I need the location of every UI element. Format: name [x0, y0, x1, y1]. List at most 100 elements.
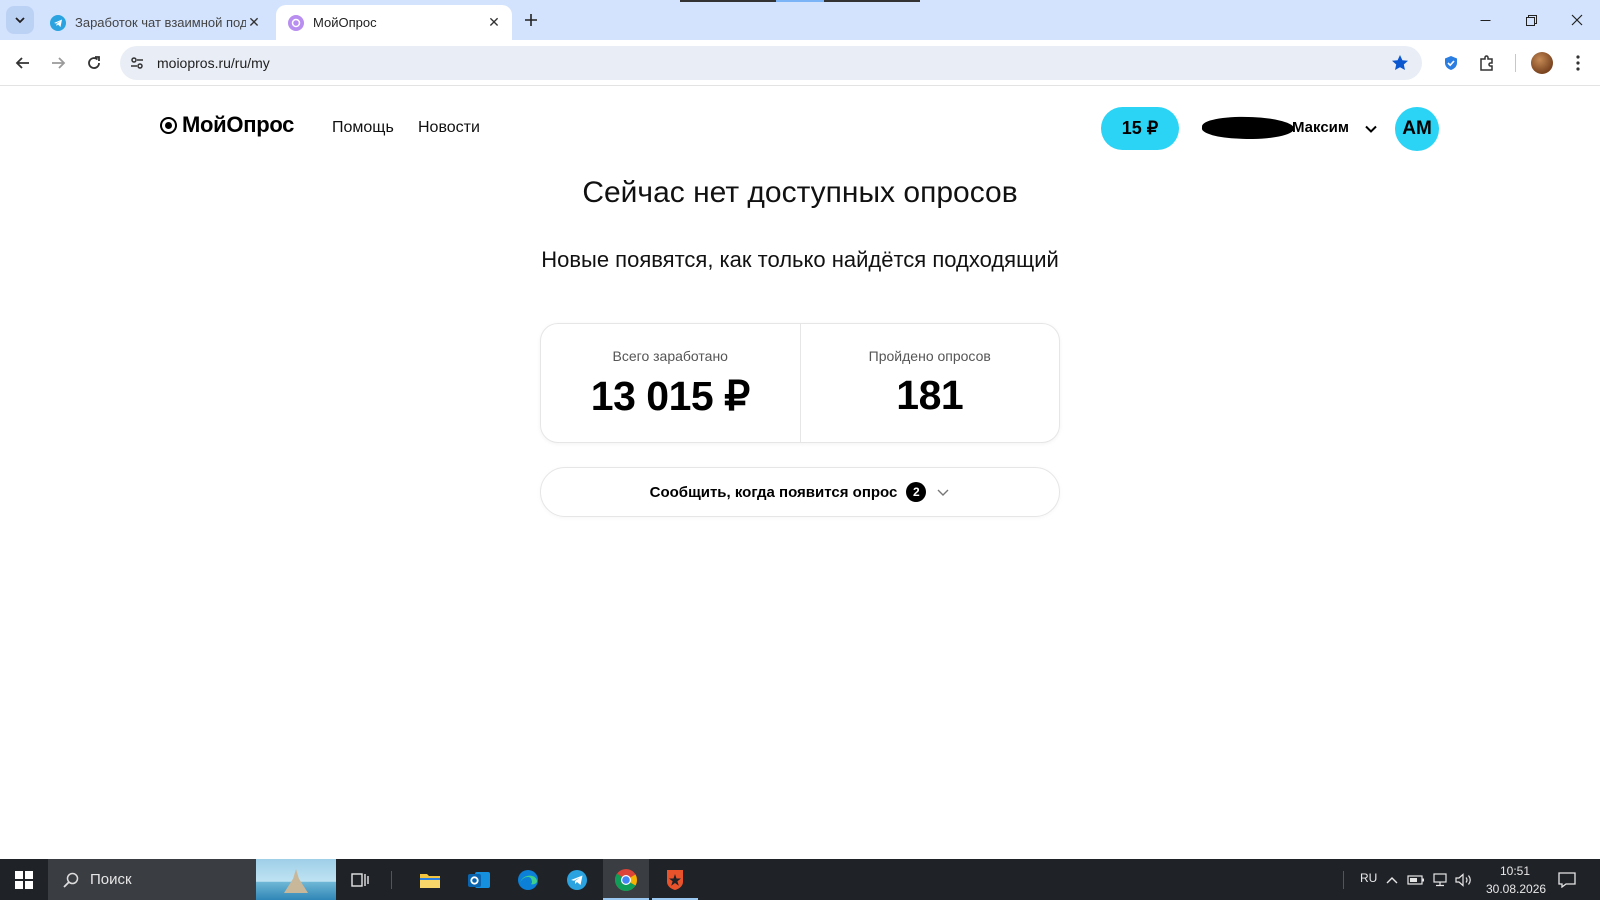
toolbar-separator	[1515, 54, 1516, 72]
outlook-icon	[468, 872, 490, 888]
logo-mark-icon	[160, 116, 177, 134]
input-language[interactable]: RU	[1360, 871, 1377, 885]
stats-card: Всего заработано 13 015 ₽ Пройдено опрос…	[540, 323, 1060, 443]
volume-tray-icon[interactable]	[1453, 865, 1475, 895]
chrome-icon	[614, 869, 637, 891]
edge-button[interactable]	[513, 865, 543, 895]
chrome-button[interactable]	[611, 865, 641, 895]
network-tray-icon[interactable]	[1429, 865, 1451, 895]
clock-date[interactable]: 30.08.2026	[1486, 882, 1546, 896]
moiopros-icon	[288, 14, 304, 31]
file-explorer-button[interactable]	[415, 865, 445, 895]
tab-title: МойОпрос	[313, 15, 377, 30]
shield-icon	[1445, 56, 1457, 70]
stat-value: 13 015 ₽	[590, 373, 750, 419]
taskbar-search[interactable]: Поиск	[48, 859, 336, 900]
site-info-button[interactable]	[123, 49, 151, 77]
nav-news-link[interactable]: Новости	[418, 119, 480, 137]
action-center-button[interactable]	[1552, 865, 1582, 895]
user-avatar[interactable]: АМ	[1395, 107, 1439, 151]
tab-title: Заработок чат взаимной подп	[75, 15, 246, 30]
speaker-icon	[1455, 873, 1471, 887]
browser-toolbar: moiopros.ru/ru/my	[0, 40, 1600, 86]
stat-total-earned: Всего заработано 13 015 ₽	[541, 324, 800, 442]
notify-label: Сообщить, когда появится опрос	[649, 483, 898, 501]
windows-taskbar: Поиск RU 10:51 30.08.2026	[0, 859, 1600, 900]
browser-menu-button[interactable]	[1568, 53, 1588, 73]
close-icon	[1571, 14, 1583, 26]
battery-tray-icon[interactable]	[1405, 865, 1427, 895]
back-button[interactable]	[7, 47, 39, 79]
star-bookmark-icon[interactable]	[1390, 53, 1410, 73]
close-window-button[interactable]	[1554, 0, 1600, 40]
minimize-button[interactable]	[1462, 0, 1508, 40]
arrow-right-icon	[52, 57, 66, 69]
reload-icon	[88, 56, 100, 69]
restore-icon	[1525, 14, 1537, 26]
extensions-button[interactable]	[1477, 53, 1497, 73]
search-icon	[63, 872, 79, 888]
logo-text: МойОпрос	[182, 112, 295, 137]
kebab-menu-icon	[1576, 55, 1580, 71]
stat-label: Пройдено опросов	[868, 348, 991, 364]
restore-button[interactable]	[1508, 0, 1554, 40]
telegram-taskbar-button[interactable]	[562, 865, 592, 895]
outlook-button[interactable]	[464, 865, 494, 895]
start-button[interactable]	[0, 859, 48, 900]
page-content: МойОпрос Помощь Новости 15 ₽ Максим АМ С…	[0, 86, 1600, 859]
notification-icon	[1558, 872, 1576, 888]
chevron-down-icon[interactable]	[1364, 122, 1378, 136]
task-view-icon	[351, 873, 369, 887]
browser-tab-bar: Заработок чат взаимной подп ✕ МойОпрос ✕	[0, 0, 1600, 40]
chevron-down-icon	[937, 489, 949, 496]
close-tab-icon[interactable]: ✕	[486, 14, 502, 31]
telegram-icon	[50, 14, 66, 31]
tune-icon	[131, 57, 143, 69]
network-icon	[1433, 873, 1447, 887]
notify-button[interactable]: Сообщить, когда появится опрос 2	[540, 467, 1060, 517]
window-drag-indicator-accent	[776, 0, 824, 2]
url-text[interactable]: moiopros.ru/ru/my	[157, 55, 270, 71]
search-placeholder: Поиск	[90, 871, 132, 888]
notify-count-badge: 2	[906, 482, 927, 502]
minimize-icon	[1480, 19, 1490, 21]
tab-moiopros[interactable]: МойОпрос ✕	[276, 5, 512, 40]
chevron-down-icon	[15, 17, 25, 24]
user-name[interactable]: Максим	[1292, 119, 1349, 136]
tray-overflow-button[interactable]	[1381, 865, 1403, 895]
search-highlight-image	[256, 859, 336, 900]
puzzle-icon	[1480, 55, 1493, 71]
nav-help-link[interactable]: Помощь	[332, 119, 394, 137]
stat-surveys-completed: Пройдено опросов 181	[799, 324, 1060, 442]
arrow-left-icon	[15, 57, 29, 69]
taskbar-separator	[391, 871, 392, 889]
clock-time[interactable]: 10:51	[1500, 864, 1530, 878]
profile-avatar[interactable]	[1531, 52, 1553, 74]
reload-button[interactable]	[78, 47, 110, 79]
chevron-up-icon	[1386, 877, 1398, 884]
edge-icon	[518, 870, 538, 890]
plus-icon	[525, 14, 537, 26]
tray-separator	[1343, 871, 1344, 889]
page-title: Сейчас нет доступных опросов	[582, 176, 1018, 209]
new-tab-button[interactable]	[518, 7, 544, 33]
folder-icon	[420, 874, 440, 888]
tab-search-button[interactable]	[6, 6, 34, 34]
address-bar[interactable]: moiopros.ru/ru/my	[120, 46, 1422, 80]
tab-telegram[interactable]: Заработок чат взаимной подп ✕	[38, 5, 272, 40]
telegram-icon	[567, 870, 587, 890]
page-subtitle: Новые появятся, как только найдётся подх…	[541, 247, 1059, 272]
battery-icon	[1407, 875, 1424, 885]
task-view-button[interactable]	[345, 865, 375, 895]
balance-badge[interactable]: 15 ₽	[1101, 107, 1179, 150]
site-logo[interactable]: МойОпрос	[160, 112, 294, 138]
windows-logo-icon	[15, 870, 33, 889]
forward-button[interactable]	[42, 47, 74, 79]
stat-label: Всего заработано	[612, 348, 728, 364]
redacted-surname	[1201, 115, 1295, 141]
shield-app-icon	[667, 870, 683, 890]
app-taskbar-button[interactable]	[660, 865, 690, 895]
close-tab-icon[interactable]: ✕	[246, 14, 262, 31]
stat-value: 181	[896, 372, 964, 418]
extension-shield-button[interactable]	[1441, 53, 1461, 73]
